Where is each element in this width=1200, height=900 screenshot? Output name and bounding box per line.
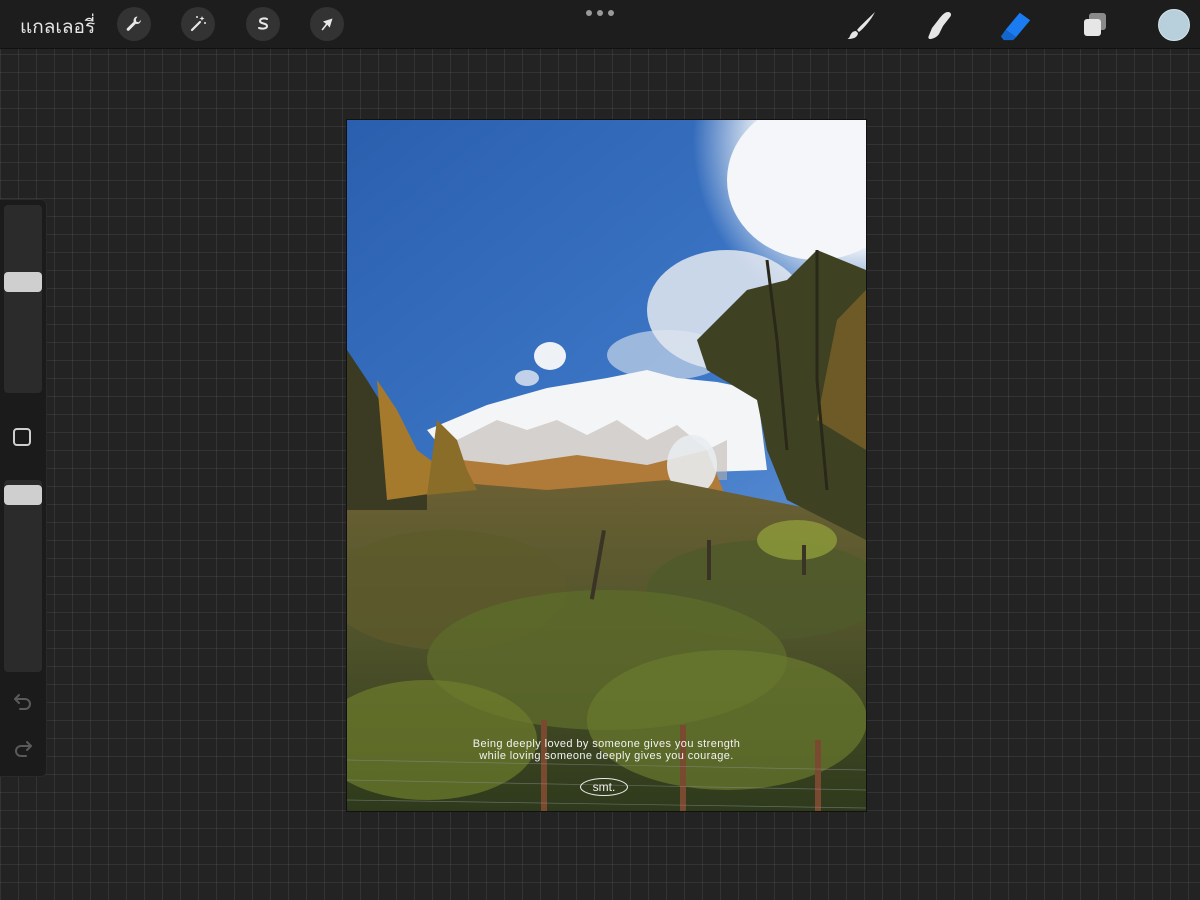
layers-icon <box>1084 13 1106 36</box>
undo-icon <box>14 694 31 710</box>
quote-line-2: while loving someone deeply gives you co… <box>479 750 734 762</box>
undo-button[interactable] <box>11 690 35 712</box>
brush-size-slider[interactable] <box>4 205 42 393</box>
wrench-icon <box>126 16 141 31</box>
more-menu-button[interactable] <box>586 6 614 20</box>
color-picker-button[interactable] <box>1158 9 1190 41</box>
opacity-thumb[interactable] <box>4 485 42 505</box>
signature-mark: smt. <box>580 778 628 796</box>
arrow-cursor-icon <box>321 18 333 31</box>
brush-icon <box>847 12 875 39</box>
actions-button[interactable] <box>117 7 151 41</box>
sidebar <box>0 199 47 777</box>
modify-square-button[interactable] <box>13 428 31 446</box>
dot <box>608 10 614 16</box>
eraser-tool-button[interactable] <box>999 8 1033 42</box>
mountain-photo <box>347 120 866 811</box>
brush-size-thumb[interactable] <box>4 272 42 293</box>
opacity-slider[interactable] <box>4 480 42 672</box>
gallery-button[interactable]: แกลเลอรี่ <box>20 12 95 42</box>
eraser-icon <box>1000 12 1031 41</box>
dot <box>597 10 603 16</box>
brush-tool-button[interactable] <box>845 8 879 42</box>
redo-icon <box>15 741 32 757</box>
adjustments-button[interactable] <box>181 7 215 41</box>
magic-wand-icon <box>190 16 206 32</box>
smudge-finger-icon <box>928 12 952 40</box>
redo-button[interactable] <box>11 737 35 759</box>
drawing-canvas[interactable]: Being deeply loved by someone gives you … <box>347 120 866 811</box>
selection-s-icon <box>258 17 269 30</box>
smudge-tool-button[interactable] <box>922 8 956 42</box>
quote-line-1: Being deeply loved by someone gives you … <box>472 738 741 750</box>
top-toolbar: แกลเลอรี่ <box>0 0 1200 49</box>
transform-button[interactable] <box>310 7 344 41</box>
dot <box>586 10 592 16</box>
selection-button[interactable] <box>246 7 280 41</box>
layers-tool-button[interactable] <box>1078 8 1112 42</box>
